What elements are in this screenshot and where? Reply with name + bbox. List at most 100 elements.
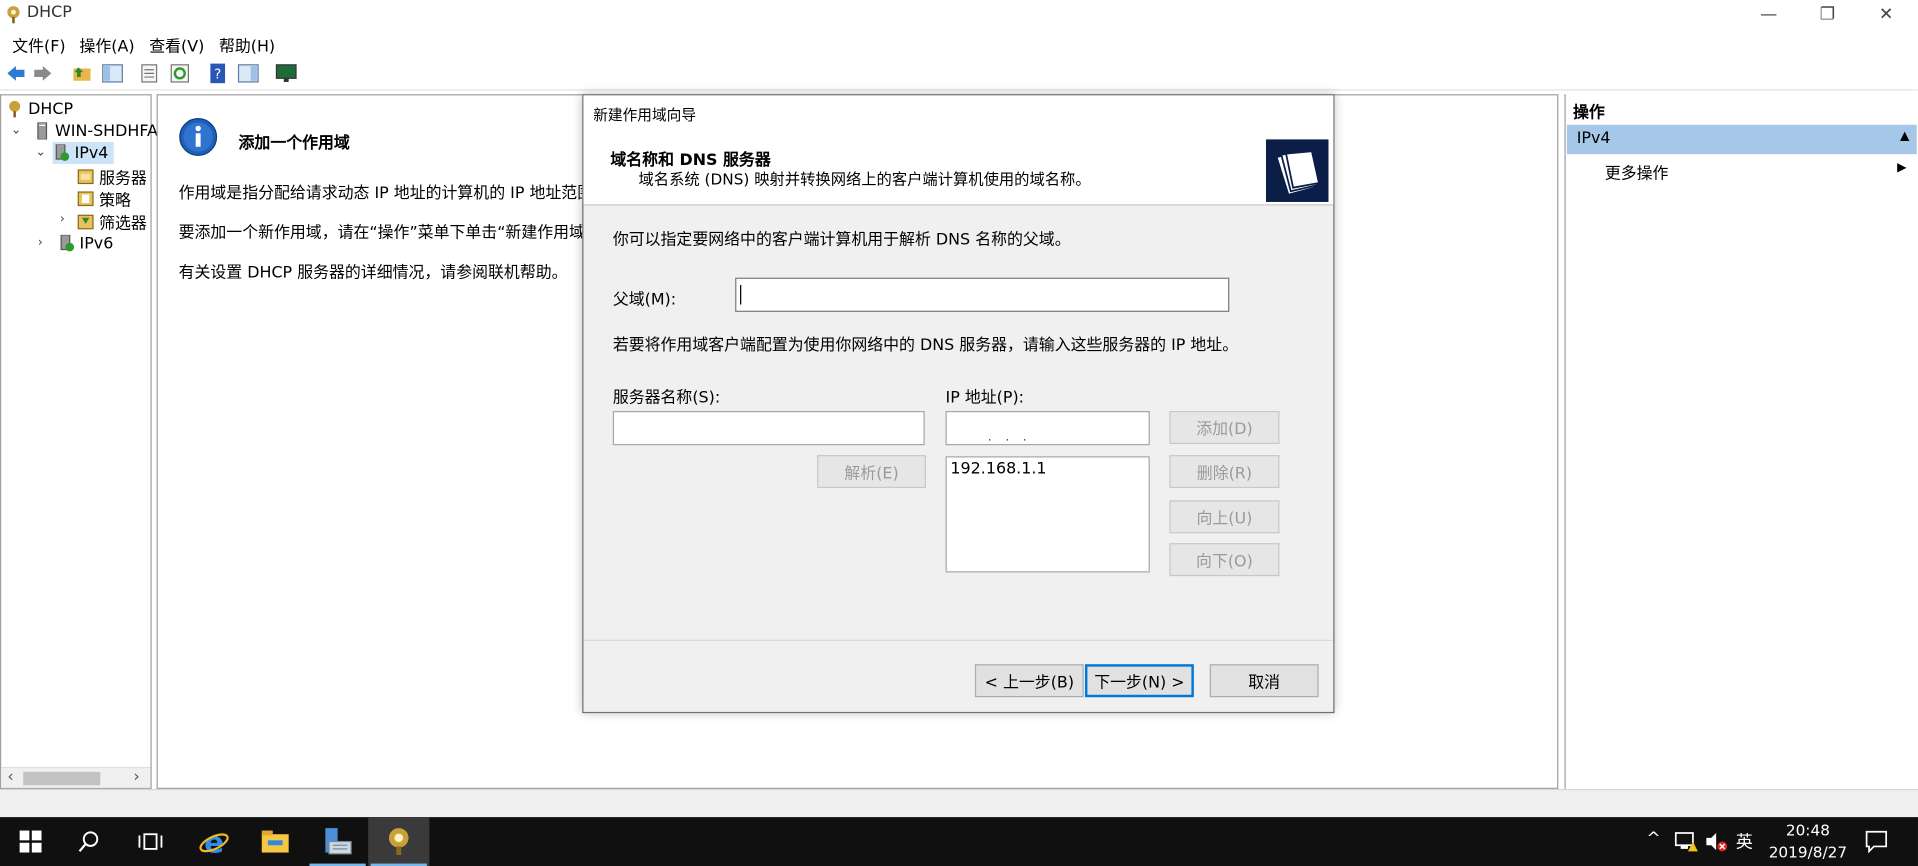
more-actions-item[interactable]: 更多操作	[1605, 160, 1669, 183]
action-center-icon[interactable]	[1864, 829, 1888, 854]
clock[interactable]: 20:48 2019/8/27	[1766, 820, 1849, 864]
wizard-page-subheading: 域名系统 (DNS) 映射并转换网络上的客户端计算机使用的域名称。	[638, 170, 1091, 189]
start-button[interactable]	[0, 817, 61, 866]
tray-overflow-chevron[interactable]: ^	[1646, 829, 1660, 849]
server-manager-icon	[325, 828, 352, 855]
title-bar: DHCP — ❐ ✕	[0, 0, 1918, 30]
move-down-button[interactable]: 向下(O)	[1169, 543, 1280, 577]
scroll-right-icon[interactable]: ›	[133, 768, 139, 786]
tree-item-dhcp[interactable]: DHCP	[6, 98, 73, 120]
status-bar	[0, 788, 1918, 818]
clock-time: 20:48	[1785, 820, 1830, 840]
menu-view[interactable]: 查看(V)	[149, 33, 204, 56]
menu-help[interactable]: 帮助(H)	[219, 33, 275, 56]
back-icon[interactable]	[5, 62, 27, 84]
dns-note-text: 若要将作用域客户端配置为使用你网络中的 DNS 服务器，请输入这些服务器的 IP…	[612, 336, 1239, 355]
tree-item-filters[interactable]: 筛选器	[77, 210, 147, 234]
actions-pane: 操作 IPv4 ▲ 更多操作 ▶	[1564, 94, 1918, 789]
actions-group-label: IPv4	[1576, 129, 1611, 149]
new-scope-wizard-dialog: 新建作用域向导 域名称和 DNS 服务器 域名系统 (DNS) 映射并转换网络上…	[582, 94, 1335, 714]
tree-item-ipv6[interactable]: IPv6	[57, 232, 113, 254]
monitor-icon[interactable]	[275, 62, 297, 84]
minimize-button[interactable]: —	[1741, 0, 1797, 29]
tree-item-label: DHCP	[28, 99, 74, 119]
taskbar: e ^ 英 20:48 2019/8/27	[0, 817, 1918, 866]
taskbar-dhcp[interactable]	[368, 817, 430, 866]
help-icon[interactable]: ?	[207, 62, 229, 84]
info-icon	[179, 118, 218, 156]
tree-item-label: WIN-SHDHFA	[55, 121, 158, 141]
menu-file[interactable]: 文件(F)	[12, 33, 65, 56]
list-item[interactable]: 192.168.1.1	[950, 460, 1148, 478]
remove-button[interactable]: 删除(R)	[1169, 455, 1280, 489]
cancel-button[interactable]: 取消	[1209, 664, 1319, 698]
more-actions-label: 更多操作	[1604, 165, 1669, 184]
forward-icon[interactable]	[32, 62, 54, 84]
start-icon	[19, 830, 42, 853]
wizard-header: 新建作用域向导 域名称和 DNS 服务器 域名系统 (DNS) 映射并转换网络上…	[583, 95, 1334, 206]
show-hide-action-pane-icon[interactable]	[237, 62, 259, 84]
task-view-icon	[138, 833, 163, 850]
dhcp-app-icon	[7, 6, 20, 24]
server-icon	[37, 122, 48, 140]
server-name-input[interactable]	[612, 410, 925, 446]
restore-button[interactable]: ❐	[1799, 0, 1855, 29]
taskbar-file-explorer[interactable]	[245, 817, 306, 866]
scrollbar-thumb[interactable]	[23, 771, 101, 786]
chevron-right-icon[interactable]: ›	[38, 236, 43, 249]
collapse-icon[interactable]: ▲	[1900, 130, 1909, 143]
add-button[interactable]: 添加(D)	[1169, 410, 1280, 445]
menu-action[interactable]: 操作(A)	[80, 33, 135, 56]
file-explorer-icon	[261, 830, 289, 853]
ipv4-icon	[55, 144, 70, 161]
details-line-3: 有关设置 DHCP 服务器的详细情况，请参阅联机帮助。	[178, 264, 568, 283]
dhcp-icon	[9, 100, 21, 118]
policies-icon	[77, 191, 94, 207]
parent-domain-label: 父域(M):	[612, 291, 677, 310]
footer-divider	[583, 639, 1334, 641]
show-hide-tree-icon[interactable]	[102, 62, 124, 84]
tree-item-label: IPv4	[74, 143, 109, 163]
search-button[interactable]	[59, 817, 120, 866]
details-line-1: 作用域是指分配给请求动态 IP 地址的计算机的 IP 地址范围。	[178, 184, 610, 204]
tree-item-label: 服务器	[99, 169, 147, 188]
horizontal-scrollbar[interactable]: ‹ ›	[1, 766, 151, 788]
tree-item-server[interactable]: WIN-SHDHFA	[33, 120, 158, 142]
ip-address-input[interactable]: . . .	[945, 410, 1150, 446]
resolve-button[interactable]: 解析(E)	[817, 455, 926, 489]
chevron-down-icon[interactable]: ⌄	[11, 124, 21, 137]
ip-address-label: IP 地址(P):	[945, 388, 1025, 408]
tree-item-server-options[interactable]: 服务器	[77, 165, 147, 188]
move-up-button[interactable]: 向上(U)	[1169, 500, 1280, 534]
wizard-folders-icon	[1266, 139, 1329, 202]
chevron-right-icon[interactable]: ›	[60, 213, 65, 226]
tree-item-ipv4[interactable]: IPv4	[52, 141, 114, 164]
close-button[interactable]: ✕	[1858, 0, 1914, 29]
actions-group-ipv4[interactable]: IPv4 ▲	[1566, 124, 1917, 155]
next-button[interactable]: 下一步(N) >	[1084, 664, 1194, 698]
volume-muted-icon[interactable]	[1704, 831, 1728, 853]
chevron-down-icon[interactable]: ⌄	[35, 146, 45, 159]
network-warning-icon[interactable]	[1674, 831, 1699, 853]
dialog-title: 新建作用域向导	[593, 106, 697, 124]
properties-icon[interactable]	[138, 62, 160, 84]
tree-item-label: 策略	[99, 191, 131, 210]
task-view-button[interactable]	[120, 817, 181, 866]
input-method-indicator[interactable]: 英	[1736, 829, 1753, 853]
svg-text:?: ?	[214, 67, 221, 82]
tree-item-policies[interactable]: 策略	[77, 187, 131, 210]
refresh-icon[interactable]	[169, 62, 191, 84]
tree-item-label: IPv6	[79, 234, 114, 253]
dns-server-list[interactable]: 192.168.1.1	[945, 456, 1150, 573]
intro-text: 你可以指定要网络中的客户端计算机用于解析 DNS 名称的父域。	[612, 231, 1071, 250]
ipv6-icon	[60, 234, 75, 252]
parent-domain-input[interactable]	[735, 277, 1230, 312]
tree-item-label: 筛选器	[99, 214, 147, 234]
back-button[interactable]: < 上一步(B)	[974, 664, 1084, 698]
server-options-icon	[77, 169, 94, 185]
taskbar-internet-explorer[interactable]: e	[183, 817, 244, 866]
scroll-left-icon[interactable]: ‹	[7, 768, 13, 786]
taskbar-server-manager[interactable]	[307, 817, 368, 866]
up-folder-icon[interactable]	[71, 62, 93, 84]
details-line-2: 要添加一个新作用域，请在“操作”菜单下单击“新建作用域”。	[178, 223, 610, 243]
